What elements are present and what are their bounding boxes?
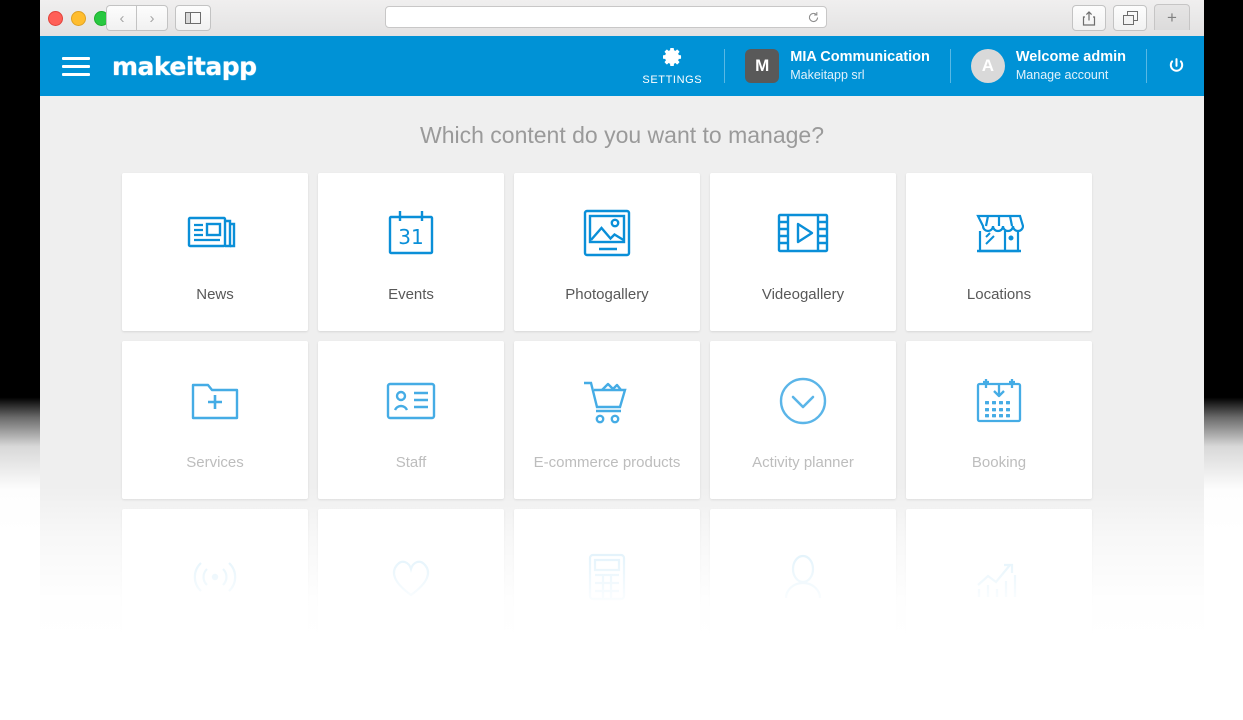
beacon-icon [191,546,239,608]
logout-button[interactable] [1147,57,1204,76]
newspaper-icon [187,202,243,264]
app-header: makeitapp SETTINGS M MIA Communication M… [40,36,1204,96]
tile-label: Services [186,453,244,471]
browser-toolbar: ‹ › + [40,0,1204,37]
organization-name: MIA Communication [790,49,930,66]
sidebar-icon [185,12,201,24]
tile-booking[interactable]: Booking [906,341,1092,499]
person-icon [781,546,825,608]
heart-icon [388,546,434,608]
tile-label: Staff [395,453,427,471]
tile-label: Videogallery [761,285,845,303]
tile-label: E-commerce products [533,453,681,471]
tile-label: Events [388,285,434,303]
organization-subtitle: Makeitapp srl [790,67,865,82]
tile-label: Booking [971,453,1027,471]
tile-events[interactable]: 31 Events [318,173,504,331]
plus-icon: + [1167,8,1177,27]
svg-text:31: 31 [398,225,423,249]
tile-news[interactable]: News [122,173,308,331]
tile-locations[interactable]: Locations [906,173,1092,331]
tile-label: News [196,285,234,303]
content-type-grid: News 31 Events Photogallery Videogallery… [122,173,1122,667]
tile-activity-planner[interactable]: Activity planner [710,341,896,499]
folder-plus-icon [190,370,240,432]
storefront-icon [974,202,1024,264]
chevron-right-icon: › [149,9,155,27]
organization-button[interactable]: M MIA Communication Makeitapp srl [725,49,950,83]
settings-button[interactable]: SETTINGS [620,47,724,86]
tile-label: Activity planner [752,453,854,471]
tile-photogallery[interactable]: Photogallery [514,173,700,331]
id-card-icon [386,370,436,432]
tile-ecommerce-products[interactable]: E-commerce products [514,341,700,499]
tile-staff[interactable]: Staff [318,341,504,499]
content-area: Which content do you want to manage? New… [40,96,1204,720]
address-bar[interactable] [385,6,827,28]
tile-videogallery[interactable]: Videogallery [710,173,896,331]
account-text: Welcome admin Manage account [1016,49,1126,82]
share-icon [1082,10,1096,26]
settings-label: SETTINGS [642,73,703,86]
page-title: Which content do you want to manage? [419,122,825,148]
account-button[interactable]: A Welcome admin Manage account [951,49,1146,83]
window-controls [48,11,109,26]
tab-overview-button[interactable] [1113,5,1147,31]
photo-icon [583,202,631,264]
right-backdrop-bar [1204,0,1243,720]
chevron-left-icon: ‹ [119,9,125,27]
tile-beacon[interactable] [122,509,308,667]
calculator-icon [588,546,626,608]
power-icon [1169,57,1184,72]
sidebar-toggle-button[interactable] [175,5,211,31]
browser-window: ‹ › + makeitapp SETTINGS M MIA Communica… [40,0,1204,720]
reload-icon[interactable] [807,11,820,24]
tile-heart[interactable] [318,509,504,667]
screenshot-root: ‹ › + makeitapp SETTINGS M MIA Communica… [0,0,1243,720]
header-right-group: SETTINGS M MIA Communication Makeitapp s… [620,36,1204,96]
share-button[interactable] [1072,5,1106,31]
minimize-window-button[interactable] [71,11,86,26]
account-subtitle: Manage account [1015,67,1109,82]
tile-statistics[interactable] [906,509,1092,667]
organization-avatar: M [745,49,780,83]
account-name: Welcome admin [1015,49,1126,66]
close-window-button[interactable] [48,11,63,26]
tab-overview-icon [1122,11,1138,25]
gear-icon [662,47,682,71]
film-play-icon [777,202,829,264]
clock-icon [779,370,827,432]
calendar-31-icon: 31 [386,202,436,264]
chart-arrow-icon [975,546,1023,608]
tile-person[interactable] [710,509,896,667]
shopping-cart-icon [582,370,632,432]
tile-label: Locations [966,285,1032,303]
tile-label: Photogallery [565,285,649,303]
user-avatar: A [970,49,1005,83]
new-tab-button[interactable]: + [1154,4,1190,30]
left-backdrop-bar [0,0,40,720]
organization-text: MIA Communication Makeitapp srl [790,49,930,82]
tile-calculator[interactable] [514,509,700,667]
back-button[interactable]: ‹ [106,5,137,31]
hamburger-icon[interactable] [62,56,90,76]
app-logo[interactable]: makeitapp [112,52,257,81]
tile-services[interactable]: Services [122,341,308,499]
forward-button[interactable]: › [136,5,168,31]
calendar-download-icon [974,370,1024,432]
